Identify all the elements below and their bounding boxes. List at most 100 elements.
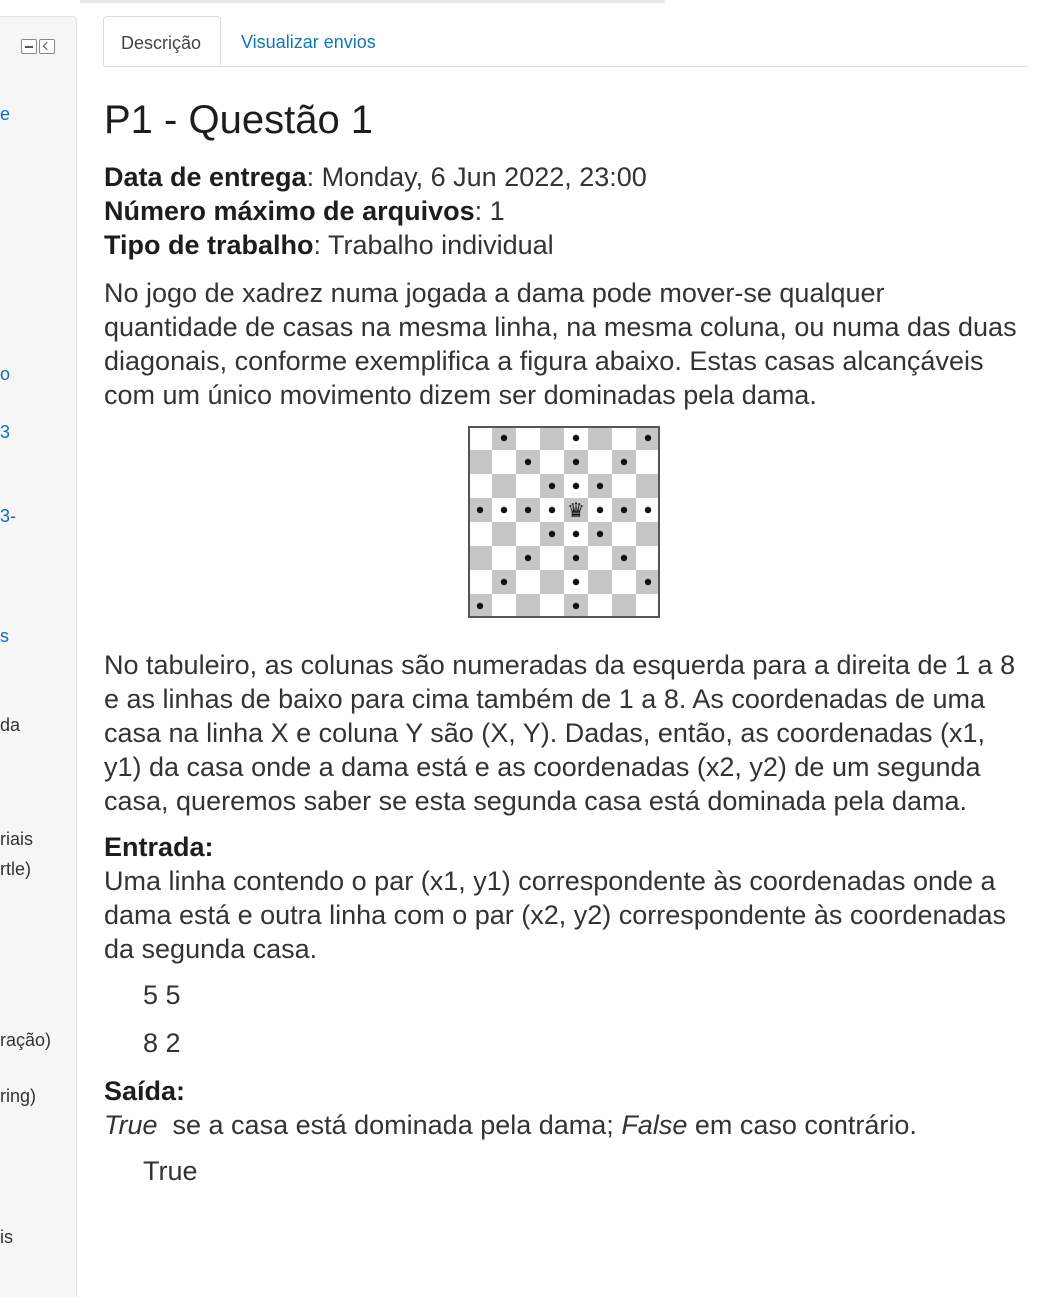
- false-word: False: [621, 1110, 688, 1140]
- board-square: [468, 450, 492, 474]
- tab-description[interactable]: Descrição: [103, 16, 221, 66]
- work-type: Tipo de trabalho: Trabalho individual: [104, 228, 1024, 262]
- board-square: [516, 594, 540, 618]
- dominated-square-dot: [548, 506, 556, 514]
- board-square: [540, 450, 564, 474]
- board-square: [468, 546, 492, 570]
- board-square: [468, 474, 492, 498]
- output-description: True se a casa está dominada pela dama; …: [104, 1108, 1024, 1142]
- assignment-meta: Data de entrega: Monday, 6 Jun 2022, 23:…: [104, 160, 1024, 262]
- sidebar-item[interactable]: ração): [0, 1030, 51, 1051]
- sidebar-item[interactable]: s: [0, 626, 9, 647]
- board-square: [492, 546, 516, 570]
- board-square: [612, 474, 636, 498]
- board-square: [588, 426, 612, 450]
- dominated-square-dot: [644, 578, 652, 586]
- dominated-square-dot: [524, 506, 532, 514]
- chessboard: ♛: [468, 426, 660, 618]
- board-square: [588, 594, 612, 618]
- output-description-end: em caso contrário.: [687, 1110, 917, 1140]
- board-square: [468, 522, 492, 546]
- dominated-square-dot: [620, 554, 628, 562]
- tab-bar: Descrição Visualizar envios: [103, 16, 1028, 67]
- max-files-value: : 1: [474, 196, 505, 226]
- max-files: Número máximo de arquivos: 1: [104, 194, 1024, 228]
- board-square: [516, 570, 540, 594]
- assignment-content: P1 - Questão 1 Data de entrega: Monday, …: [104, 96, 1024, 1188]
- sidebar-item[interactable]: riais: [0, 829, 33, 850]
- due-date-value: : Monday, 6 Jun 2022, 23:00: [306, 162, 647, 192]
- dominated-square-dot: [548, 482, 556, 490]
- board-square: [468, 426, 492, 450]
- board-square: [492, 522, 516, 546]
- due-date: Data de entrega: Monday, 6 Jun 2022, 23:…: [104, 160, 1024, 194]
- sidebar-item[interactable]: e: [0, 104, 10, 125]
- board-square: [636, 474, 660, 498]
- board-square: [636, 594, 660, 618]
- board-square: [540, 594, 564, 618]
- sidebar-item[interactable]: da: [0, 715, 20, 736]
- board-square: [612, 570, 636, 594]
- dominated-square-dot: [596, 506, 604, 514]
- dominated-square-dot: [476, 506, 484, 514]
- dominated-square-dot: [572, 602, 580, 610]
- sidebar-item[interactable]: is: [0, 1227, 13, 1248]
- work-type-value: : Trabalho individual: [313, 230, 554, 260]
- output-description-mid: se a casa está dominada pela dama;: [157, 1110, 622, 1140]
- board-square: [516, 474, 540, 498]
- dominated-square-dot: [572, 554, 580, 562]
- dominated-square-dot: [572, 434, 580, 442]
- collapse-icon[interactable]: [21, 39, 37, 54]
- board-square: [540, 426, 564, 450]
- board-square: [636, 522, 660, 546]
- chevron-left-icon[interactable]: [39, 39, 55, 54]
- queen-icon: ♛: [567, 498, 585, 522]
- board-square: [540, 546, 564, 570]
- sidebar-item[interactable]: ring): [0, 1086, 36, 1107]
- board-square: [636, 546, 660, 570]
- output-heading: Saída:: [104, 1076, 186, 1106]
- board-square: [540, 570, 564, 594]
- dominated-square-dot: [476, 602, 484, 610]
- dominated-square-dot: [620, 458, 628, 466]
- board-square: [612, 522, 636, 546]
- dominated-square-dot: [500, 578, 508, 586]
- dominated-square-dot: [524, 458, 532, 466]
- sidebar-item[interactable]: o: [0, 364, 10, 385]
- tab-view-submissions[interactable]: Visualizar envios: [224, 16, 393, 66]
- dominated-square-dot: [596, 482, 604, 490]
- dominated-square-dot: [500, 506, 508, 514]
- sample-output: True: [143, 1156, 198, 1186]
- board-square: [612, 594, 636, 618]
- page-title: P1 - Questão 1: [104, 98, 374, 142]
- max-files-label: Número máximo de arquivos: [104, 196, 475, 226]
- dominated-square-dot: [620, 506, 628, 514]
- dominated-square-dot: [572, 482, 580, 490]
- dominated-square-dot: [572, 530, 580, 538]
- board-square: [612, 426, 636, 450]
- work-type-label: Tipo de trabalho: [104, 230, 314, 260]
- board-square: [516, 426, 540, 450]
- sidebar-item[interactable]: rtle): [0, 859, 31, 880]
- explanation-paragraph: No tabuleiro, as colunas são numeradas d…: [104, 650, 1016, 816]
- board-square: [588, 570, 612, 594]
- board-square: [492, 594, 516, 618]
- dominated-square-dot: [548, 530, 556, 538]
- sample-input-line-1: 5 5: [143, 980, 181, 1010]
- top-divider: [80, 0, 665, 3]
- board-square: [492, 474, 516, 498]
- true-word: True: [104, 1110, 158, 1140]
- dominated-square-dot: [596, 530, 604, 538]
- board-square: [468, 570, 492, 594]
- dominated-square-dot: [524, 554, 532, 562]
- sample-input-line-2: 8 2: [143, 1028, 181, 1058]
- sidebar-item[interactable]: 3: [0, 422, 10, 443]
- chessboard-figure: ♛: [104, 426, 1024, 642]
- board-square: [492, 450, 516, 474]
- board-square: [588, 546, 612, 570]
- dominated-square-dot: [572, 578, 580, 586]
- sidebar-item[interactable]: 3-: [0, 506, 16, 527]
- dominated-square-dot: [500, 434, 508, 442]
- sidebar: e o 3 3- s da riais rtle) ração) ring) i…: [0, 16, 77, 1297]
- intro-paragraph: No jogo de xadrez numa jogada a dama pod…: [104, 278, 1017, 410]
